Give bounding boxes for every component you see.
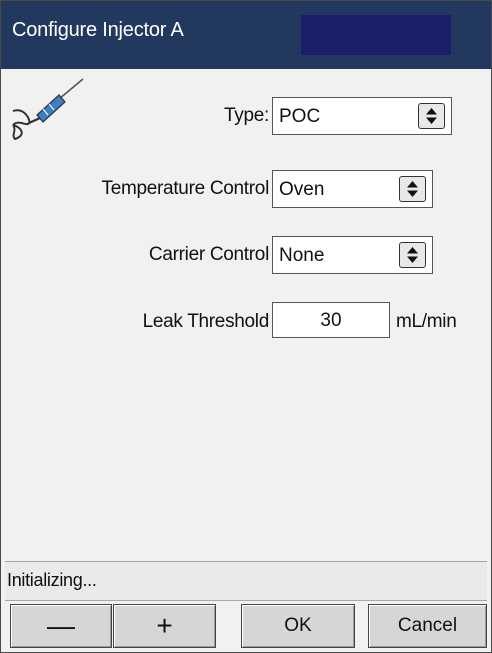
temperature-control-select[interactable]: Oven	[272, 170, 433, 208]
title-bar: Configure Injector A	[1, 1, 491, 69]
type-spinner-icon[interactable]	[418, 103, 445, 129]
carrier-control-value: None	[279, 245, 325, 266]
temperature-control-value: Oven	[279, 179, 325, 200]
leak-threshold-label: Leak Threshold	[142, 311, 270, 332]
ok-label: OK	[284, 615, 312, 636]
minus-label: —	[47, 610, 75, 641]
cancel-label: Cancel	[397, 615, 458, 636]
title-bar-indicator	[301, 15, 451, 55]
carrier-control-select[interactable]: None	[272, 236, 433, 274]
leak-threshold-input[interactable]: 30	[272, 302, 390, 338]
temperature-control-label: Temperature Control	[101, 178, 270, 199]
leak-threshold-unit: mL/min	[396, 311, 457, 332]
type-select[interactable]: POC	[272, 97, 452, 135]
status-bar: Initializing...	[5, 561, 487, 601]
plus-label: +	[156, 610, 173, 641]
type-label: Type:	[224, 105, 269, 126]
increment-button[interactable]: +	[113, 604, 216, 648]
temperature-control-spinner-icon[interactable]	[399, 176, 426, 202]
type-value: POC	[279, 106, 321, 127]
configure-injector-dialog: Configure Injector A Type: POC Temperatu…	[0, 0, 492, 653]
cancel-button[interactable]: Cancel	[368, 604, 487, 648]
ok-button[interactable]: OK	[241, 604, 355, 648]
leak-threshold-value: 30	[320, 310, 342, 331]
window-title: Configure Injector A	[12, 19, 184, 41]
decrement-button[interactable]: —	[10, 604, 112, 648]
carrier-control-label: Carrier Control	[148, 244, 269, 265]
status-text: Initializing...	[7, 570, 97, 590]
carrier-control-spinner-icon[interactable]	[399, 242, 426, 268]
syringe-icon	[12, 78, 84, 141]
